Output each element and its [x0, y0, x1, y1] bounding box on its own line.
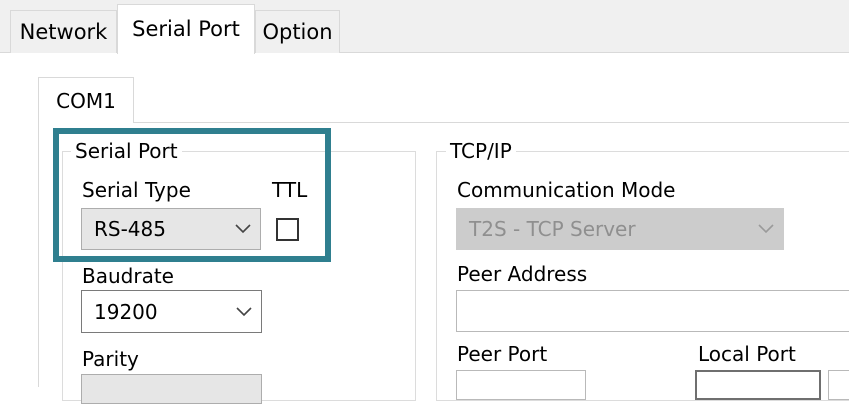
local-port-label: Local Port — [698, 342, 796, 366]
parity-select[interactable] — [81, 374, 262, 404]
local-port-input[interactable] — [695, 370, 821, 400]
tab-option[interactable]: Option — [255, 10, 340, 53]
ttl-checkbox[interactable] — [276, 218, 299, 241]
communication-mode-label: Communication Mode — [457, 178, 676, 202]
peer-address-label: Peer Address — [457, 262, 588, 286]
peer-port-input[interactable] — [456, 370, 586, 400]
tab-serial-port[interactable]: Serial Port — [117, 4, 255, 54]
chevron-down-icon — [226, 224, 260, 234]
peer-port-label: Peer Port — [457, 342, 548, 366]
serial-type-value: RS-485 — [94, 217, 166, 241]
baudrate-value: 19200 — [94, 299, 158, 324]
baudrate-select[interactable]: 19200 — [81, 290, 262, 333]
serial-type-select[interactable]: RS-485 — [81, 208, 261, 250]
peer-address-input[interactable] — [456, 290, 849, 332]
tab-com1[interactable]: COM1 — [38, 77, 134, 123]
local-port-spinner[interactable] — [828, 370, 849, 400]
ttl-label: TTL — [272, 178, 308, 202]
chevron-down-icon — [227, 306, 261, 317]
communication-mode-value: T2S - TCP Server — [469, 217, 636, 241]
parity-label: Parity — [82, 347, 139, 371]
communication-mode-select[interactable]: T2S - TCP Server — [456, 208, 784, 250]
baudrate-label: Baudrate — [82, 264, 174, 288]
serial-port-group-title: Serial Port — [71, 139, 182, 163]
inner-panel-border — [38, 122, 849, 123]
tab-network[interactable]: Network — [10, 10, 117, 53]
chevron-down-icon — [749, 224, 783, 234]
serial-type-label: Serial Type — [82, 178, 191, 202]
inner-panel-left-border — [38, 122, 39, 387]
tcpip-group-title: TCP/IP — [446, 139, 516, 163]
